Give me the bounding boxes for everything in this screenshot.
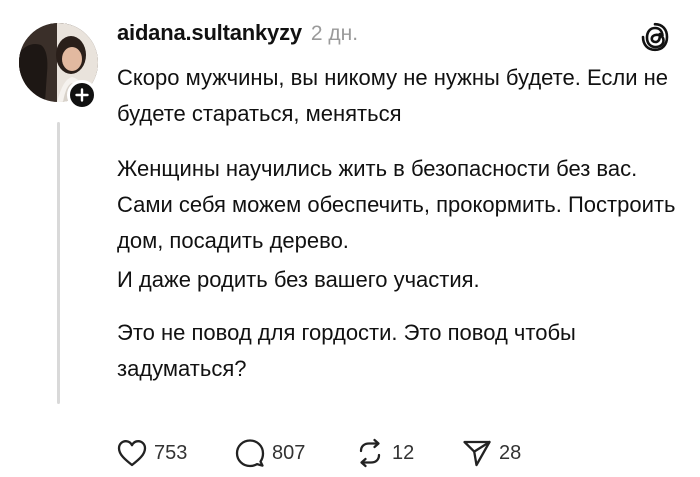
heart-icon <box>116 438 148 468</box>
speech-bubble-icon <box>234 437 266 469</box>
post-header: aidana.sultankyzy 2 дн. <box>117 20 358 54</box>
threads-logo-icon[interactable] <box>640 21 670 53</box>
post-paragraph: И даже родить без вашего участия. <box>117 267 480 292</box>
plus-icon <box>75 88 89 102</box>
repost-count: 12 <box>392 441 415 464</box>
timestamp: 2 дн. <box>310 22 359 45</box>
follow-button[interactable] <box>67 80 97 110</box>
comment-button[interactable]: 807 <box>234 437 354 469</box>
comment-count: 807 <box>272 441 306 464</box>
share-count: 28 <box>499 441 522 464</box>
thread-post: aidana.sultankyzy 2 дн. Скоро мужчины, в… <box>0 0 700 477</box>
share-button[interactable]: 28 <box>461 437 521 469</box>
paper-plane-icon <box>461 437 493 469</box>
like-button[interactable]: 753 <box>116 438 234 468</box>
like-count: 753 <box>154 441 188 464</box>
repost-arrows-icon <box>354 437 386 469</box>
post-body: Скоро мужчины, вы никому не нужны будете… <box>117 60 687 387</box>
username[interactable]: aidana.sultankyzy <box>117 20 302 46</box>
post-paragraph: Женщины научились жить в безопасности бе… <box>117 156 676 253</box>
post-paragraph: Это не повод для гордости. Это повод что… <box>117 320 576 381</box>
post-paragraph: Скоро мужчины, вы никому не нужны будете… <box>117 65 668 126</box>
action-bar: 753 807 12 28 <box>116 435 521 471</box>
repost-button[interactable]: 12 <box>354 437 461 469</box>
thread-line <box>57 122 60 404</box>
